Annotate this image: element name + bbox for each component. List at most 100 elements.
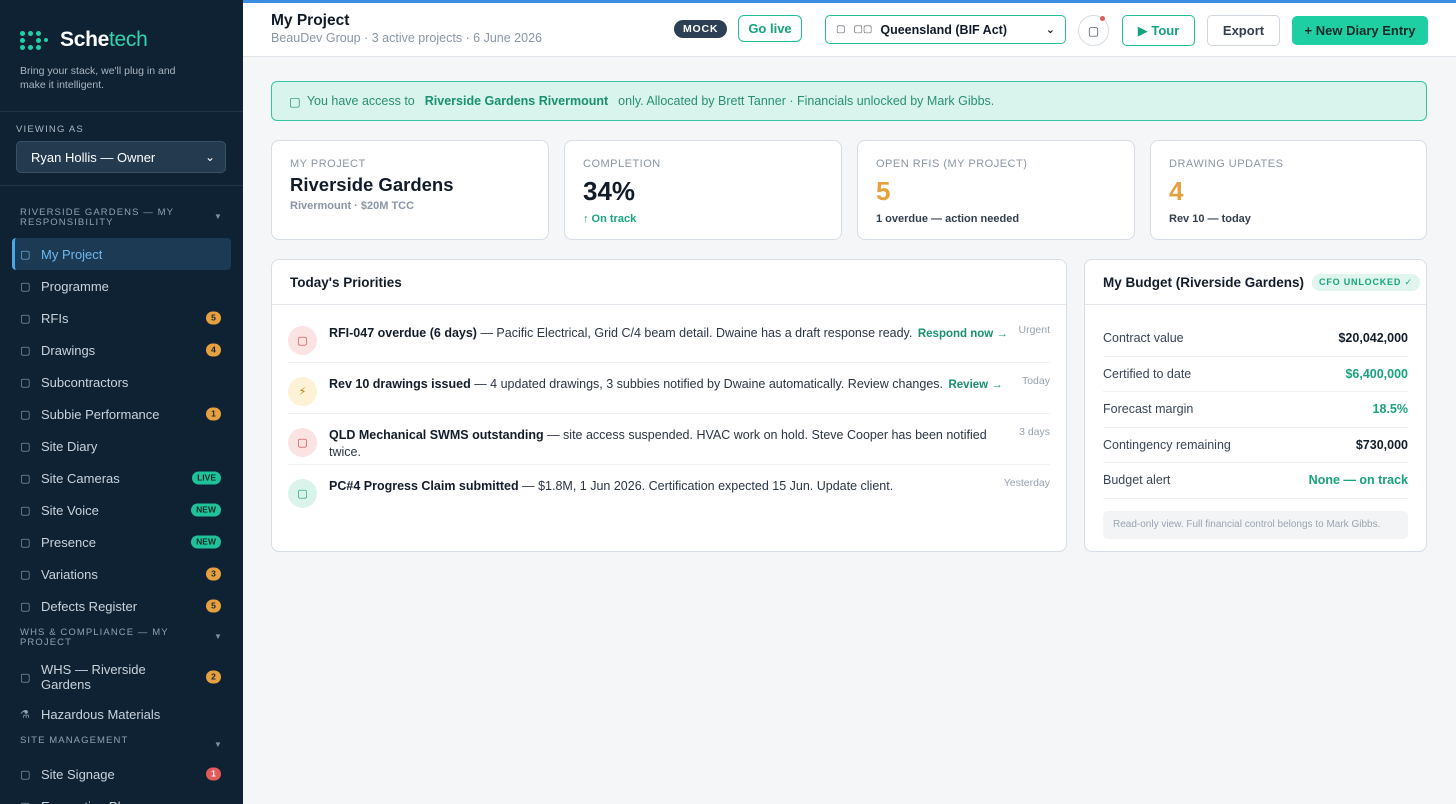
- notifications-button[interactable]: ▢: [1078, 15, 1109, 46]
- drawing-icon: ▢: [20, 344, 31, 357]
- chevron-down-icon: ▼: [213, 740, 223, 749]
- priorities-panel: Today's Priorities ▢ RFI-047 overdue (6 d…: [271, 259, 1067, 552]
- sidebar-item[interactable]: ▢ Drawings 4: [0, 334, 243, 366]
- sidebar-item[interactable]: ▢ Site Signage 1: [0, 758, 243, 790]
- brand-name: Schetech: [60, 28, 148, 51]
- sidebar-item[interactable]: ▢ Presence NEW: [0, 526, 243, 558]
- bell-icon: ▢: [1087, 23, 1100, 38]
- priority-item[interactable]: ▢ RFI-047 overdue (6 days) — Pacific Elec…: [288, 312, 1050, 363]
- sidebar-item[interactable]: ▢ Site Cameras LIVE: [0, 462, 243, 494]
- alert-project-link[interactable]: Riverside Gardens Rivermount: [425, 94, 608, 108]
- stat-drawing-updates: DRAWING UPDATES 4 Rev 10 — today: [1150, 140, 1427, 240]
- sidebar-item[interactable]: ▢ Defects Register 5: [0, 590, 243, 622]
- budget-row: Certified to date $6,400,000: [1103, 357, 1408, 392]
- access-alert: ▢ You have access to Riverside Gardens R…: [271, 81, 1427, 121]
- brand: Schetech Bring your stack, we'll plug in…: [0, 0, 243, 112]
- sidebar-item[interactable]: ▢ Site Voice NEW: [0, 494, 243, 526]
- chevron-down-icon: ▼: [213, 632, 223, 641]
- camera-icon: ▢: [20, 472, 31, 485]
- budget-row: Contingency remaining $730,000: [1103, 428, 1408, 463]
- stat-sub: ↑ On track: [583, 213, 637, 225]
- sidebar-badge: 4: [206, 343, 221, 357]
- sidebar-badge: 5: [206, 599, 221, 613]
- sidebar-item[interactable]: ▢ Programme: [0, 270, 243, 302]
- alert-icon: ▢: [288, 326, 317, 355]
- priority-item[interactable]: ⚡ Rev 10 drawings issued — 4 updated draw…: [288, 363, 1050, 414]
- sidebar-section-header[interactable]: SITE MANAGEMENT ▼: [0, 736, 243, 750]
- notification-dot: [1100, 16, 1105, 21]
- priority-item[interactable]: ▢ PC#4 Progress Claim submitted — $1.8M, …: [288, 465, 1050, 516]
- sidebar-item[interactable]: ⚗ Hazardous Materials: [0, 698, 243, 730]
- brand-tagline: Bring your stack, we'll plug in and make…: [20, 65, 176, 91]
- stat-value: 4: [1169, 176, 1184, 206]
- sign-icon: ▢: [20, 768, 31, 781]
- export-button[interactable]: Export: [1207, 15, 1280, 46]
- budget-panel: My Budget (Riverside Gardens) CFO UNLOCK…: [1084, 259, 1427, 552]
- priority-time: Urgent: [1018, 324, 1050, 336]
- variation-icon: ▢: [20, 568, 31, 581]
- page-subtitle: BeauDev Group · 3 active projects · 6 Ju…: [271, 31, 542, 45]
- viewing-as: VIEWING AS Ryan Hollis — Owner ⌄: [0, 112, 243, 186]
- chevron-down-icon: ▼: [213, 212, 223, 221]
- sidebar-section-header[interactable]: RIVERSIDE GARDENS — MY RESPONSIBILITY ▼: [0, 208, 243, 228]
- sidebar-badge: 1: [206, 767, 221, 781]
- go-live-button[interactable]: Go live: [738, 15, 802, 42]
- lock-icon: ▢: [289, 94, 301, 109]
- flag-icon: ▢▢: [853, 24, 873, 35]
- sidebar-item[interactable]: ▢ Site Diary: [0, 430, 243, 462]
- mic-icon: ▢: [20, 504, 31, 517]
- stat-value: 34%: [583, 176, 636, 206]
- stat-completion: COMPLETION 34% ↑ On track: [564, 140, 842, 240]
- sidebar-badge: 5: [206, 311, 221, 325]
- stat-open-rfis: OPEN RFIS (MY PROJECT) 5 1 overdue — act…: [857, 140, 1135, 240]
- sidebar-item[interactable]: ▢ Subcontractors: [0, 366, 243, 398]
- priority-time: 3 days: [1019, 426, 1050, 438]
- new-diary-entry-button[interactable]: + New Diary Entry: [1292, 16, 1428, 45]
- question-icon: ▢: [20, 312, 31, 325]
- viewing-as-select[interactable]: Ryan Hollis — Owner ⌄: [16, 141, 226, 173]
- budget-title: My Budget (Riverside Gardens): [1103, 274, 1305, 290]
- cfo-unlocked-badge: CFO UNLOCKED ✓: [1312, 273, 1420, 291]
- stat-sub: Rivermount · $20M TCC: [290, 200, 415, 212]
- home-icon: ▢: [20, 248, 31, 261]
- priority-action-link[interactable]: Review →: [948, 379, 1002, 391]
- sidebar-item[interactable]: ▢ My Project: [12, 238, 231, 270]
- stat-value: 5: [876, 176, 891, 206]
- sidebar-badge: 3: [206, 567, 221, 581]
- people-icon: ▢: [20, 376, 31, 389]
- stat-value: Riverside Gardens: [290, 174, 454, 195]
- sidebar-item[interactable]: ▢ Variations 3: [0, 558, 243, 590]
- money-icon: ▢: [288, 479, 317, 508]
- sidebar-item[interactable]: ▢ Subbie Performance 1: [0, 398, 243, 430]
- tour-button[interactable]: ▶ Tour: [1122, 15, 1195, 46]
- logo-icon: [20, 29, 50, 51]
- chart-icon: ▢: [20, 408, 31, 421]
- sidebar-item[interactable]: ▢ RFIs 5: [0, 302, 243, 334]
- region-select[interactable]: ▢ ▢▢ Queensland (BIF Act) ⌄: [825, 15, 1066, 44]
- flask-icon: ⚗: [20, 708, 30, 721]
- sidebar-badge: NEW: [191, 503, 221, 517]
- stat-sub: 1 overdue — action needed: [876, 213, 1020, 225]
- budget-row: Budget alert None — on track: [1103, 463, 1408, 499]
- budget-row: Forecast margin 18.5%: [1103, 392, 1408, 428]
- priority-item[interactable]: ▢ QLD Mechanical SWMS outstanding — site …: [288, 414, 1050, 465]
- sidebar-badge: 1: [206, 407, 221, 421]
- location-icon: ▢: [836, 24, 846, 35]
- priority-action-link[interactable]: Respond now →: [918, 328, 1008, 340]
- calendar-icon: ▢: [20, 280, 31, 293]
- stat-sub: Rev 10 — today: [1169, 213, 1251, 225]
- page-title: My Project: [271, 12, 350, 29]
- sidebar-section-header[interactable]: WHS & COMPLIANCE — MY PROJECT ▼: [0, 628, 243, 648]
- viewing-as-label: VIEWING AS: [16, 124, 84, 135]
- sidebar-item[interactable]: ▢ WHS — Riverside Gardens 2: [0, 656, 243, 698]
- sidebar-item[interactable]: ▢Evacuation Plans: [0, 790, 243, 804]
- shield-icon: ▢: [20, 671, 31, 684]
- chevron-down-icon: ⌄: [1045, 24, 1055, 36]
- chevron-down-icon: ⌄: [204, 150, 215, 164]
- priority-time: Today: [1021, 375, 1050, 387]
- sidebar-badge: NEW: [191, 535, 221, 549]
- priority-time: Yesterday: [1003, 477, 1050, 489]
- lightning-icon: ⚡: [288, 377, 317, 406]
- sidebar-badge: 2: [206, 670, 221, 684]
- sidebar-nav: RIVERSIDE GARDENS — MY RESPONSIBILITY ▼ ▢ M…: [0, 186, 243, 804]
